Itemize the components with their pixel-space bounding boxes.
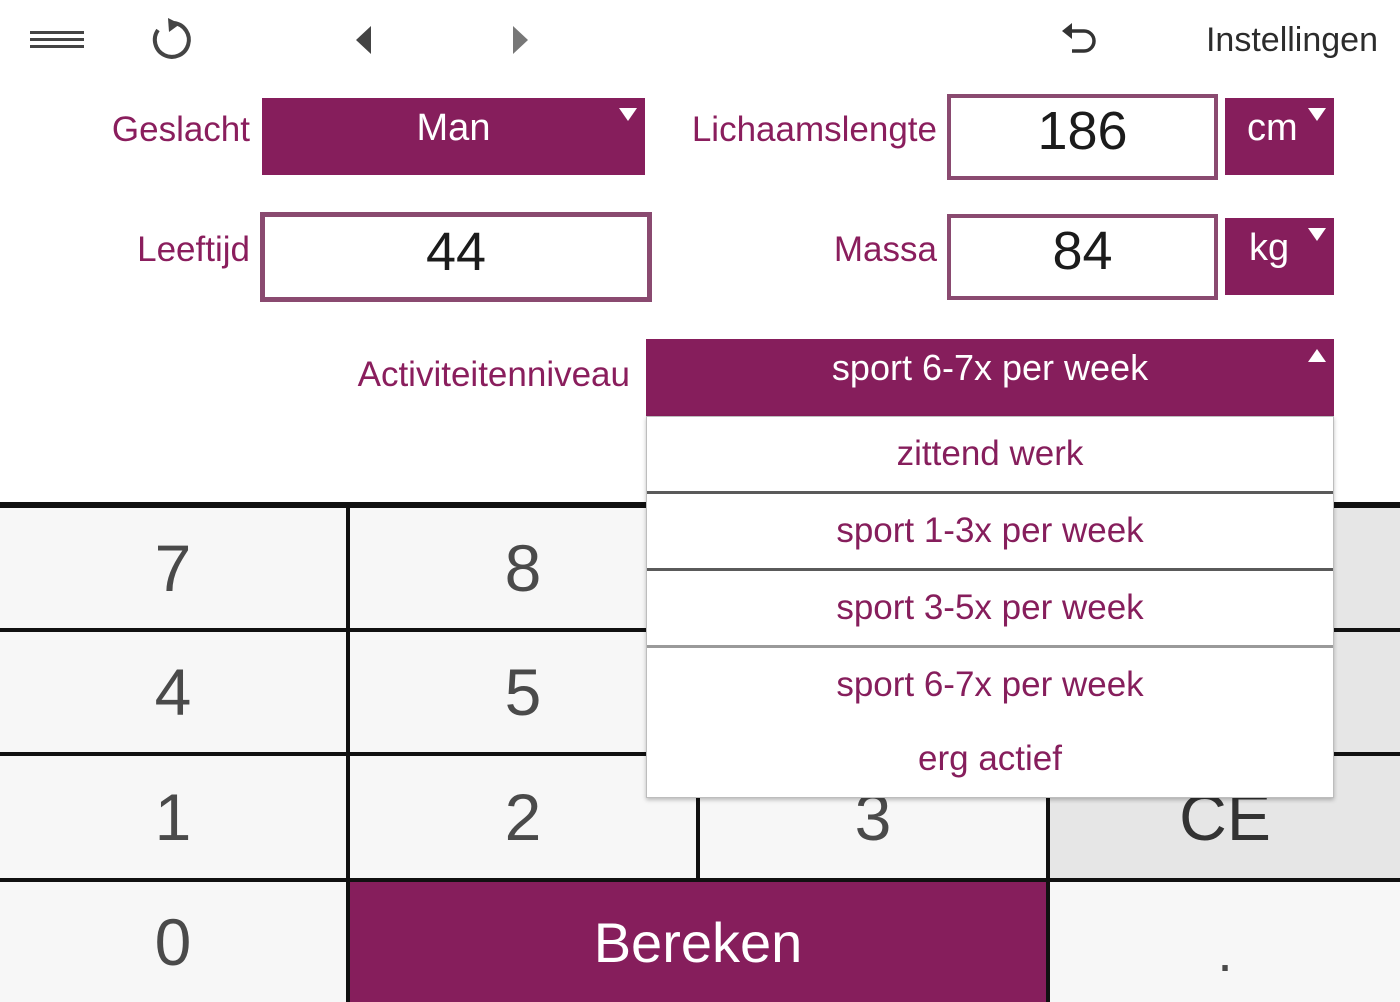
gender-select[interactable]: Man — [262, 98, 645, 175]
key-2[interactable]: 2 — [350, 756, 696, 878]
dropdown-arrow-icon — [619, 108, 637, 121]
next-button[interactable] — [490, 0, 550, 80]
mass-unit-value: kg — [1249, 227, 1290, 269]
menu-button[interactable] — [18, 0, 98, 80]
activity-label: Activiteitenniveau — [357, 355, 630, 394]
activity-option-very-active[interactable]: erg actief — [647, 722, 1333, 796]
activity-value: sport 6-7x per week — [831, 347, 1149, 388]
height-unit-select[interactable]: cm — [1225, 98, 1334, 175]
activity-dropdown-list: zittend werk sport 1-3x per week sport 3… — [646, 416, 1334, 798]
dropdown-arrow-up-icon — [1308, 349, 1326, 362]
key-0[interactable]: 0 — [0, 882, 346, 1002]
activity-option-sedentary[interactable]: zittend werk — [647, 417, 1333, 491]
gender-value: Man — [416, 107, 491, 149]
calculate-button[interactable]: Bereken — [350, 882, 1046, 1002]
key-4[interactable]: 4 — [0, 632, 346, 752]
key-7[interactable]: 7 — [0, 508, 346, 628]
age-input[interactable]: 44 — [260, 212, 652, 302]
dropdown-arrow-icon — [1308, 108, 1326, 121]
activity-select[interactable]: sport 6-7x per week — [646, 339, 1334, 417]
mass-label: Massa — [833, 230, 937, 269]
height-input[interactable]: 186 — [947, 94, 1218, 180]
undo-icon — [1062, 23, 1096, 53]
activity-option-sport-1-3[interactable]: sport 1-3x per week — [647, 494, 1333, 568]
hamburger-menu-icon — [30, 31, 84, 48]
gender-label: Geslacht — [111, 110, 250, 149]
key-8[interactable]: 8 — [350, 508, 696, 628]
age-label: Leeftijd — [137, 230, 250, 269]
arrow-left-icon — [356, 26, 371, 54]
key-1[interactable]: 1 — [0, 756, 346, 878]
activity-option-sport-6-7[interactable]: sport 6-7x per week — [647, 648, 1333, 722]
mass-input[interactable]: 84 — [947, 214, 1218, 300]
undo-button[interactable] — [1042, 0, 1118, 80]
bmr-calculator-app: Instellingen Geslacht Man Lichaamslengte… — [0, 0, 1400, 1002]
height-unit-value: cm — [1247, 107, 1298, 149]
dropdown-arrow-icon — [1308, 228, 1326, 241]
height-label: Lichaamslengte — [691, 110, 937, 149]
reset-button[interactable] — [132, 0, 208, 80]
settings-button[interactable]: Instellingen — [1190, 0, 1396, 80]
arrow-right-icon — [513, 26, 528, 54]
mass-unit-select[interactable]: kg — [1225, 218, 1334, 295]
key-decimal[interactable]: . — [1050, 882, 1400, 1002]
previous-button[interactable] — [334, 0, 394, 80]
reset-icon — [152, 18, 191, 59]
activity-option-sport-3-5[interactable]: sport 3-5x per week — [647, 571, 1333, 645]
key-5[interactable]: 5 — [350, 632, 696, 752]
